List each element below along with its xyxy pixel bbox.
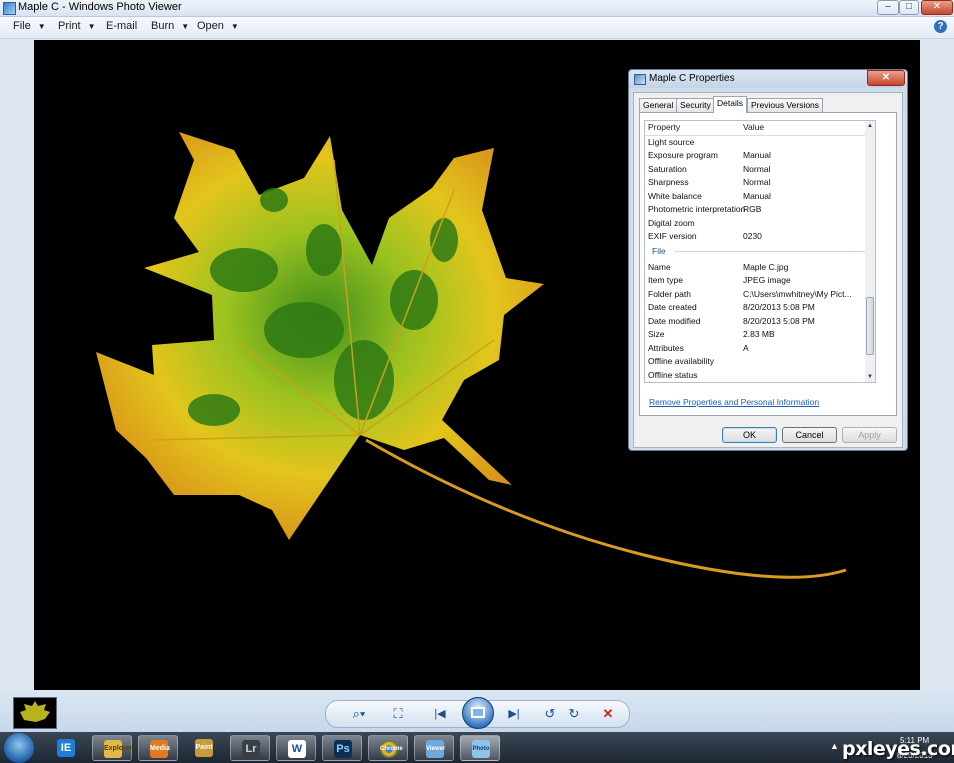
close-button[interactable]: ✕ <box>921 0 953 15</box>
maximize-button[interactable]: □ <box>899 0 919 15</box>
dialog-title: Maple C Properties <box>649 73 735 84</box>
zoom-icon[interactable]: ⌕▾ <box>346 705 372 723</box>
list-item[interactable]: Size 2.83 MB <box>645 329 875 342</box>
list-item[interactable]: Name Maple C.jpg <box>645 262 875 275</box>
dialog-body: General Security Details Previous Versio… <box>633 92 903 448</box>
list-item[interactable]: Date created 8/20/2013 5:08 PM <box>645 302 875 315</box>
chevron-down-icon: ▼ <box>181 22 190 31</box>
group-divider <box>675 251 868 252</box>
taskbar-app-explorer[interactable]: Explorer <box>92 735 132 761</box>
list-item[interactable]: Offline status <box>645 370 875 382</box>
actual-size-icon[interactable]: ⛶ <box>388 705 408 723</box>
thumbnail-leaf <box>20 701 50 722</box>
menu-burn[interactable]: Burn ▼ <box>151 20 189 32</box>
list-item[interactable]: Exposure program Manual <box>645 150 875 163</box>
internet-explorer-icon: IE <box>57 739 75 757</box>
media-player-icon: Media <box>150 740 170 758</box>
column-header-value[interactable]: Value <box>743 122 764 132</box>
scroll-down-icon[interactable]: ▼ <box>865 372 875 382</box>
list-item[interactable]: Digital zoom <box>645 218 875 231</box>
taskbar-app-photo-viewer[interactable]: Photo <box>460 735 500 761</box>
tab-general[interactable]: General <box>639 98 678 112</box>
rotate-counterclockwise-icon[interactable]: ↺ <box>540 705 560 723</box>
taskbar-app-word[interactable]: W <box>276 735 316 761</box>
taskbar-app-ie[interactable]: IE <box>46 735 86 761</box>
start-button[interactable] <box>4 733 34 763</box>
column-header: Property Value <box>645 121 875 136</box>
list-item[interactable]: Item type JPEG image <box>645 275 875 288</box>
dialog-title-bar: Maple C Properties ✕ <box>629 70 907 88</box>
list-item[interactable]: Date modified 8/20/2013 5:08 PM <box>645 316 875 329</box>
paint-palette-icon: Paint <box>195 739 213 757</box>
list-item[interactable]: EXIF version 0230 <box>645 231 875 244</box>
list-item[interactable]: Attributes A <box>645 343 875 356</box>
list-item[interactable]: White balance Manual <box>645 191 875 204</box>
previous-button[interactable]: |◀ <box>426 705 454 723</box>
photo-viewer-icon: Photo <box>472 740 490 758</box>
list-item[interactable]: Light source <box>645 137 875 150</box>
chevron-down-icon: ▼ <box>87 22 96 31</box>
list-item[interactable]: Saturation Normal <box>645 164 875 177</box>
tray-chevron-icon[interactable]: ▲ <box>830 741 840 751</box>
tab-previous-versions[interactable]: Previous Versions <box>747 98 824 112</box>
taskbar-app-lightroom[interactable]: Lr <box>230 735 270 761</box>
slideshow-icon <box>471 707 485 718</box>
list-item[interactable]: Offline availability <box>645 356 875 369</box>
playback-controls: ⌕▾ ⛶ |◀ ▶| ↺ ↻ ✕ <box>325 697 630 729</box>
menu-email[interactable]: E-mail <box>106 20 137 32</box>
list-item[interactable]: Sharpness Normal <box>645 177 875 190</box>
properties-dialog: Maple C Properties ✕ General Security De… <box>628 69 908 451</box>
menu-file[interactable]: File ▼ <box>13 20 46 32</box>
list-item[interactable]: Photometric interpretation RGB <box>645 204 875 217</box>
photo-viewer-app-icon <box>3 2 16 15</box>
taskbar-app-paint[interactable]: Paint <box>184 735 224 761</box>
taskbar-app-chrome[interactable]: Chrome <box>368 735 408 761</box>
chevron-down-icon: ▼ <box>230 22 239 31</box>
watermark: pxleyes.com <box>842 738 954 760</box>
list-item[interactable]: Folder path C:\Users\mwhitney\My Pict... <box>645 289 875 302</box>
taskbar-app-photoshop[interactable]: Ps <box>322 735 362 761</box>
minimize-button[interactable]: – <box>877 0 899 15</box>
tab-details[interactable]: Details <box>713 96 747 113</box>
next-button[interactable]: ▶| <box>500 705 528 723</box>
apply-button[interactable]: Apply <box>842 427 897 443</box>
taskbar-app-media[interactable]: Media <box>138 735 178 761</box>
delete-icon[interactable]: ✕ <box>598 705 618 723</box>
scroll-up-icon[interactable]: ▲ <box>865 121 875 131</box>
cancel-button[interactable]: Cancel <box>782 427 837 443</box>
menu-open[interactable]: Open ▼ <box>197 20 239 32</box>
property-list[interactable]: Property Value Light source Exposure pro… <box>644 120 876 383</box>
menu-bar: File ▼ Print ▼ E-mail Burn ▼ Open ▼ ? <box>0 17 954 39</box>
rotate-clockwise-icon[interactable]: ↻ <box>564 705 584 723</box>
word-icon: W <box>288 740 306 758</box>
window-title: Maple C - Windows Photo Viewer <box>18 1 182 13</box>
scrollbar-thumb[interactable] <box>866 297 874 355</box>
image-file-icon <box>634 74 646 85</box>
photoshop-icon: Ps <box>334 740 352 758</box>
menu-print[interactable]: Print ▼ <box>58 20 96 32</box>
ok-button[interactable]: OK <box>722 427 777 443</box>
photo-gallery-icon: Viewer <box>426 740 445 758</box>
help-icon[interactable]: ? <box>934 20 947 33</box>
lightroom-icon: Lr <box>242 740 260 758</box>
tab-security[interactable]: Security <box>676 98 715 112</box>
taskbar-app-viewer[interactable]: Viewer <box>414 735 454 761</box>
chevron-down-icon: ▼ <box>37 22 46 31</box>
leaf-stem <box>365 438 847 579</box>
property-list-scrollbar[interactable]: ▲ ▼ <box>865 120 876 383</box>
image-thumbnail[interactable] <box>13 697 57 729</box>
remove-properties-link[interactable]: Remove Properties and Personal Informati… <box>649 397 819 407</box>
column-header-property[interactable]: Property <box>648 122 680 132</box>
group-header-file: File <box>652 246 666 256</box>
chrome-icon: Chrome <box>380 740 403 758</box>
slideshow-button[interactable] <box>462 697 494 729</box>
dialog-close-button[interactable]: ✕ <box>867 70 905 86</box>
window-title-bar: Maple C - Windows Photo Viewer – □ ✕ <box>0 0 954 17</box>
folder-icon: Explorer <box>104 740 132 758</box>
